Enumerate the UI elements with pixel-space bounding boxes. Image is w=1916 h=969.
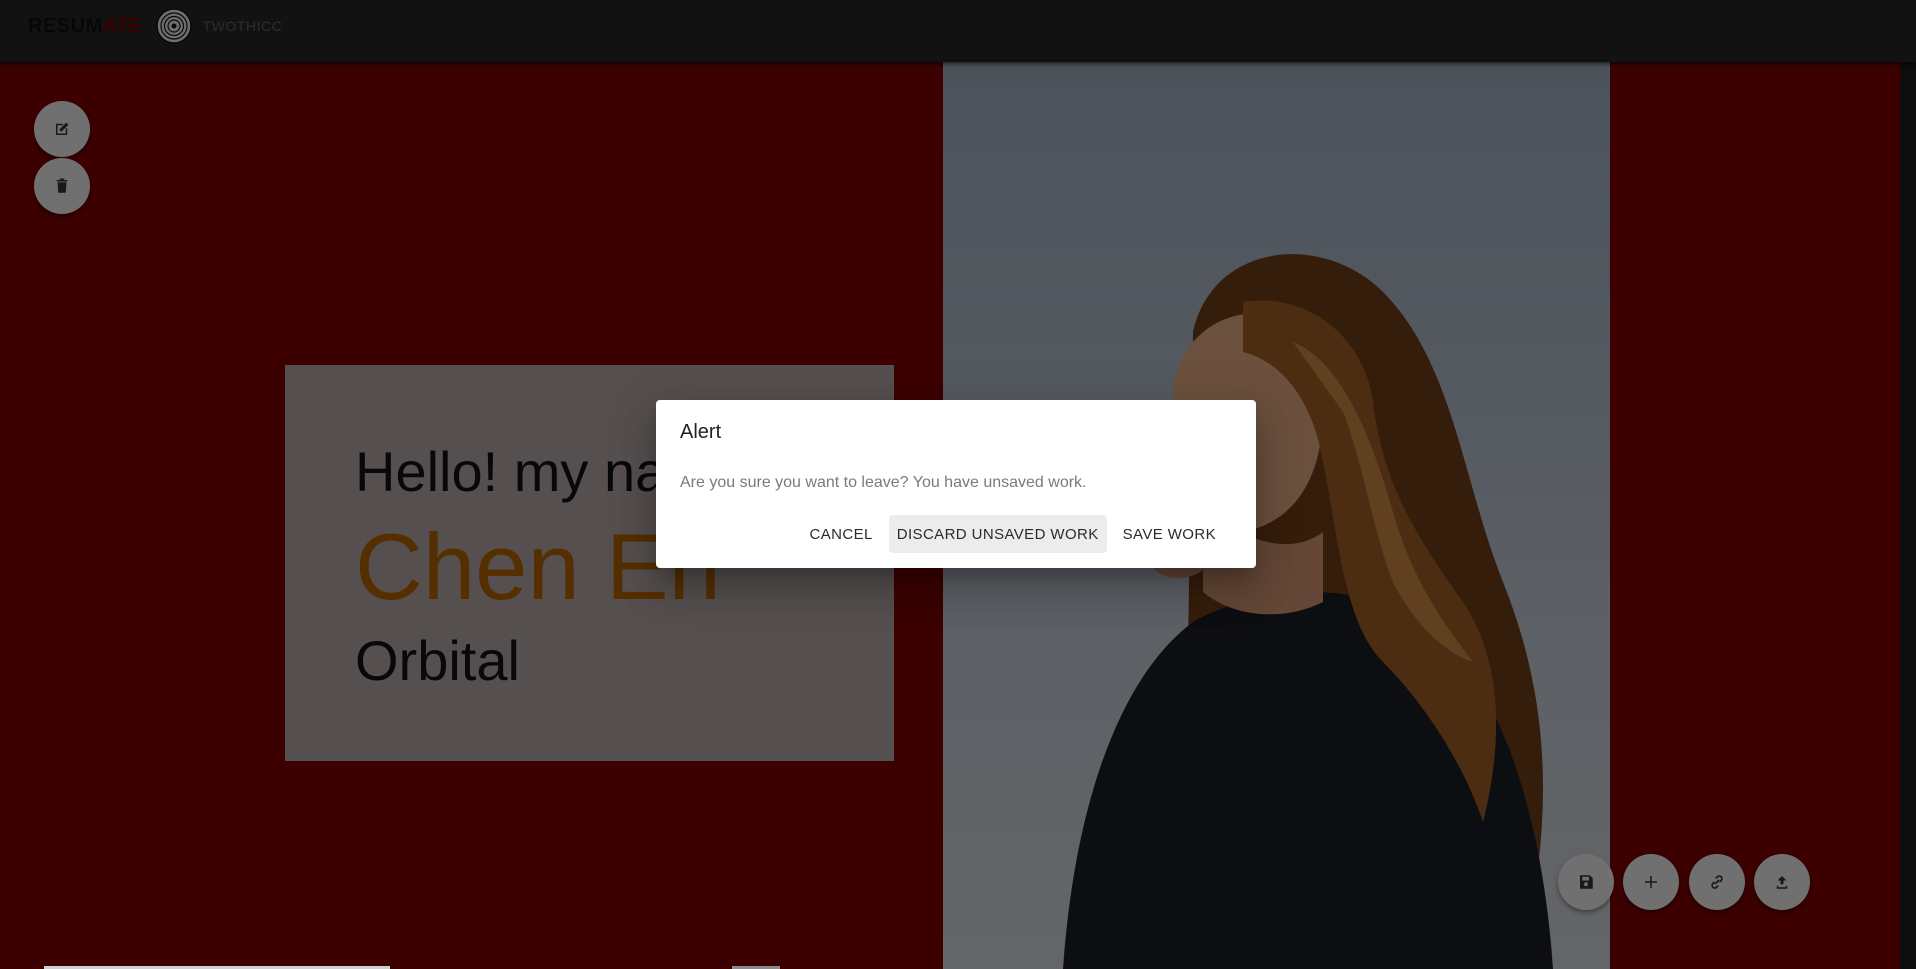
dialog-title: Alert <box>680 421 722 443</box>
discard-unsaved-work-button[interactable]: DISCARD UNSAVED WORK <box>888 515 1107 553</box>
alert-dialog: Alert Are you sure you want to leave? Yo… <box>656 400 1256 568</box>
cancel-button[interactable]: CANCEL <box>801 515 880 553</box>
save-work-button[interactable]: SAVE WORK <box>1115 515 1224 553</box>
dialog-actions: CANCEL DISCARD UNSAVED WORK SAVE WORK <box>801 515 1224 553</box>
dialog-message: Are you sure you want to leave? You have… <box>680 474 1087 491</box>
